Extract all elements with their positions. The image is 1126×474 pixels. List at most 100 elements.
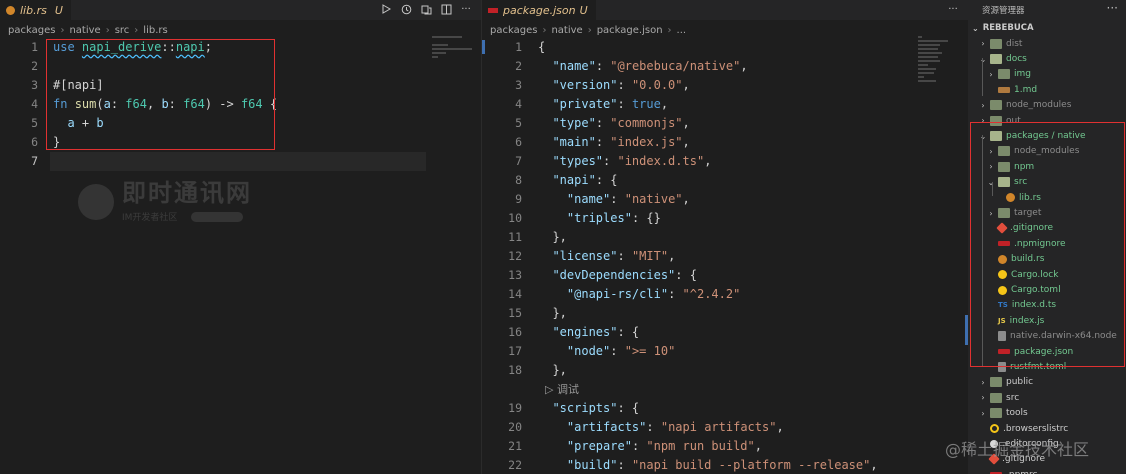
more-actions-icon[interactable]: ··· bbox=[459, 2, 473, 16]
code-line[interactable]: 1{ bbox=[482, 38, 968, 57]
code-token: , bbox=[660, 97, 669, 111]
line-number: 7 bbox=[31, 154, 38, 168]
code-line[interactable]: 22 "build": "napi build --platform --rel… bbox=[482, 456, 968, 474]
code-line[interactable]: 5 "type": "commonjs", bbox=[482, 114, 968, 133]
code-token: : bbox=[617, 458, 632, 472]
code-line[interactable]: 17 "node": ">= 10" bbox=[482, 342, 968, 361]
explorer-item-label: .npmrc bbox=[1006, 470, 1038, 474]
code-line[interactable]: 6 "main": "index.js", bbox=[482, 133, 968, 152]
line-code: "artifacts": "napi artifacts", bbox=[538, 418, 784, 437]
code-line[interactable]: 18 }, bbox=[482, 361, 968, 380]
minimap[interactable] bbox=[918, 36, 964, 96]
breadcrumb-item[interactable]: packages bbox=[8, 25, 55, 36]
explorer-folder[interactable]: › public bbox=[968, 375, 1126, 390]
code-line[interactable]: 15 }, bbox=[482, 304, 968, 323]
code-token: , bbox=[754, 439, 762, 453]
explorer-file[interactable]: .browserslistrc bbox=[968, 421, 1126, 436]
explorer-file[interactable]: 1.md bbox=[968, 82, 1126, 97]
explorer-folder[interactable]: › tools bbox=[968, 406, 1126, 421]
code-token: : bbox=[595, 59, 611, 73]
code-area[interactable]: 1{2 "name": "@rebebuca/native", 3 "versio… bbox=[482, 38, 968, 474]
code-token: "index.d.ts" bbox=[617, 154, 705, 168]
code-token: : bbox=[610, 192, 625, 206]
highlight-box-explorer bbox=[970, 122, 1125, 367]
breadcrumb-item[interactable]: native bbox=[551, 25, 582, 36]
breadcrumb-item[interactable]: packages bbox=[490, 25, 537, 36]
code-token: ">= 10" bbox=[624, 344, 676, 358]
code-token: : bbox=[603, 154, 618, 168]
explorer-folder[interactable]: ⌄ docs bbox=[968, 51, 1126, 66]
run-icon[interactable] bbox=[379, 2, 393, 16]
code-line[interactable]: 21 "prepare": "npm run build", bbox=[482, 437, 968, 456]
explorer-folder[interactable]: › src bbox=[968, 390, 1126, 405]
tab-package-json[interactable]: package.json U bbox=[482, 0, 596, 20]
code-line[interactable]: 11 }, bbox=[482, 228, 968, 247]
code-line[interactable]: 7 bbox=[0, 152, 481, 171]
line-number: 5 bbox=[515, 116, 522, 130]
code-token: "name" bbox=[552, 59, 596, 73]
breadcrumb-item[interactable]: src bbox=[115, 25, 130, 36]
breadcrumb-item[interactable]: lib.rs bbox=[143, 25, 167, 36]
line-code: }, bbox=[538, 361, 567, 380]
code-line[interactable]: 10 "triples": {} bbox=[482, 209, 968, 228]
line-code: "types": "index.d.ts", bbox=[538, 152, 711, 171]
explorer-item-label: src bbox=[1006, 392, 1020, 403]
code-line[interactable]: 13 "devDependencies": { bbox=[482, 266, 968, 285]
line-number: 15 bbox=[508, 306, 522, 320]
code-token: "triples" bbox=[566, 211, 632, 225]
code-line[interactable]: 14 "@napi-rs/cli": "^2.4.2" bbox=[482, 285, 968, 304]
json-file-icon bbox=[488, 7, 498, 13]
explorer-folder[interactable]: › dist bbox=[968, 36, 1126, 51]
debug-codelens[interactable]: ▷ 调试 bbox=[538, 383, 579, 396]
tab-lib-rs[interactable]: lib.rs U bbox=[0, 0, 71, 20]
line-code: "scripts": { bbox=[538, 399, 639, 418]
line-number: 4 bbox=[515, 97, 522, 111]
code-line[interactable]: ▷ 调试 bbox=[482, 380, 968, 399]
folder-icon bbox=[990, 38, 1002, 49]
breadcrumb-item[interactable]: package.json bbox=[597, 25, 663, 36]
more-actions-icon[interactable]: ··· bbox=[1107, 1, 1118, 15]
split-editor-icon[interactable] bbox=[439, 2, 453, 16]
explorer-folder[interactable]: › img bbox=[968, 67, 1126, 82]
line-code: "@napi-rs/cli": "^2.4.2" bbox=[538, 285, 740, 304]
code-line[interactable]: 16 "engines": { bbox=[482, 323, 968, 342]
line-code: "name": "native", bbox=[538, 190, 690, 209]
line-code: "napi": { bbox=[538, 171, 617, 190]
code-token: "types" bbox=[552, 154, 604, 168]
minimap[interactable] bbox=[432, 36, 478, 96]
code-token: "napi" bbox=[552, 173, 596, 187]
explorer-root[interactable]: ⌄ REBEBUCA bbox=[972, 23, 1034, 33]
breadcrumb-item[interactable]: ... bbox=[677, 25, 687, 36]
code-line[interactable]: 2 "name": "@rebebuca/native", bbox=[482, 57, 968, 76]
line-code: "name": "@rebebuca/native", bbox=[538, 57, 747, 76]
code-token: : { bbox=[617, 325, 640, 339]
line-code: }, bbox=[538, 304, 566, 323]
chevron-right-icon: › bbox=[542, 24, 547, 36]
compare-icon[interactable] bbox=[419, 2, 433, 16]
breadcrumb-item[interactable]: native bbox=[69, 25, 100, 36]
file-brw-icon bbox=[990, 424, 999, 434]
code-line[interactable]: 7 "types": "index.d.ts", bbox=[482, 152, 968, 171]
code-line[interactable]: 4 "private": true, bbox=[482, 95, 968, 114]
breadcrumb: packages › native › package.json ›... bbox=[490, 22, 686, 38]
line-number: 17 bbox=[508, 344, 522, 358]
line-code: "devDependencies": { bbox=[538, 266, 697, 285]
explorer-folder[interactable]: › node_modules bbox=[968, 98, 1126, 113]
history-icon[interactable] bbox=[399, 2, 413, 16]
chevron-right-icon: › bbox=[105, 24, 110, 36]
code-token: : bbox=[646, 420, 661, 434]
code-line[interactable]: 8 "napi": { bbox=[482, 171, 968, 190]
explorer-item-label: .browserslistrc bbox=[1003, 423, 1069, 434]
code-line[interactable]: 12 "license": "MIT", bbox=[482, 247, 968, 266]
code-line[interactable]: 20 "artifacts": "napi artifacts", bbox=[482, 418, 968, 437]
code-line[interactable]: 19 "scripts": { bbox=[482, 399, 968, 418]
explorer-file[interactable]: .npmrc bbox=[968, 467, 1126, 474]
tab-filename: lib.rs bbox=[20, 3, 47, 17]
more-actions-icon[interactable]: ··· bbox=[946, 2, 960, 16]
code-token: }, bbox=[538, 363, 567, 377]
watermark-logo-icon bbox=[78, 183, 114, 220]
code-line[interactable]: 9 "name": "native", bbox=[482, 190, 968, 209]
code-line[interactable]: 3 "version": "0.0.0", bbox=[482, 76, 968, 95]
folder-icon bbox=[998, 69, 1010, 80]
